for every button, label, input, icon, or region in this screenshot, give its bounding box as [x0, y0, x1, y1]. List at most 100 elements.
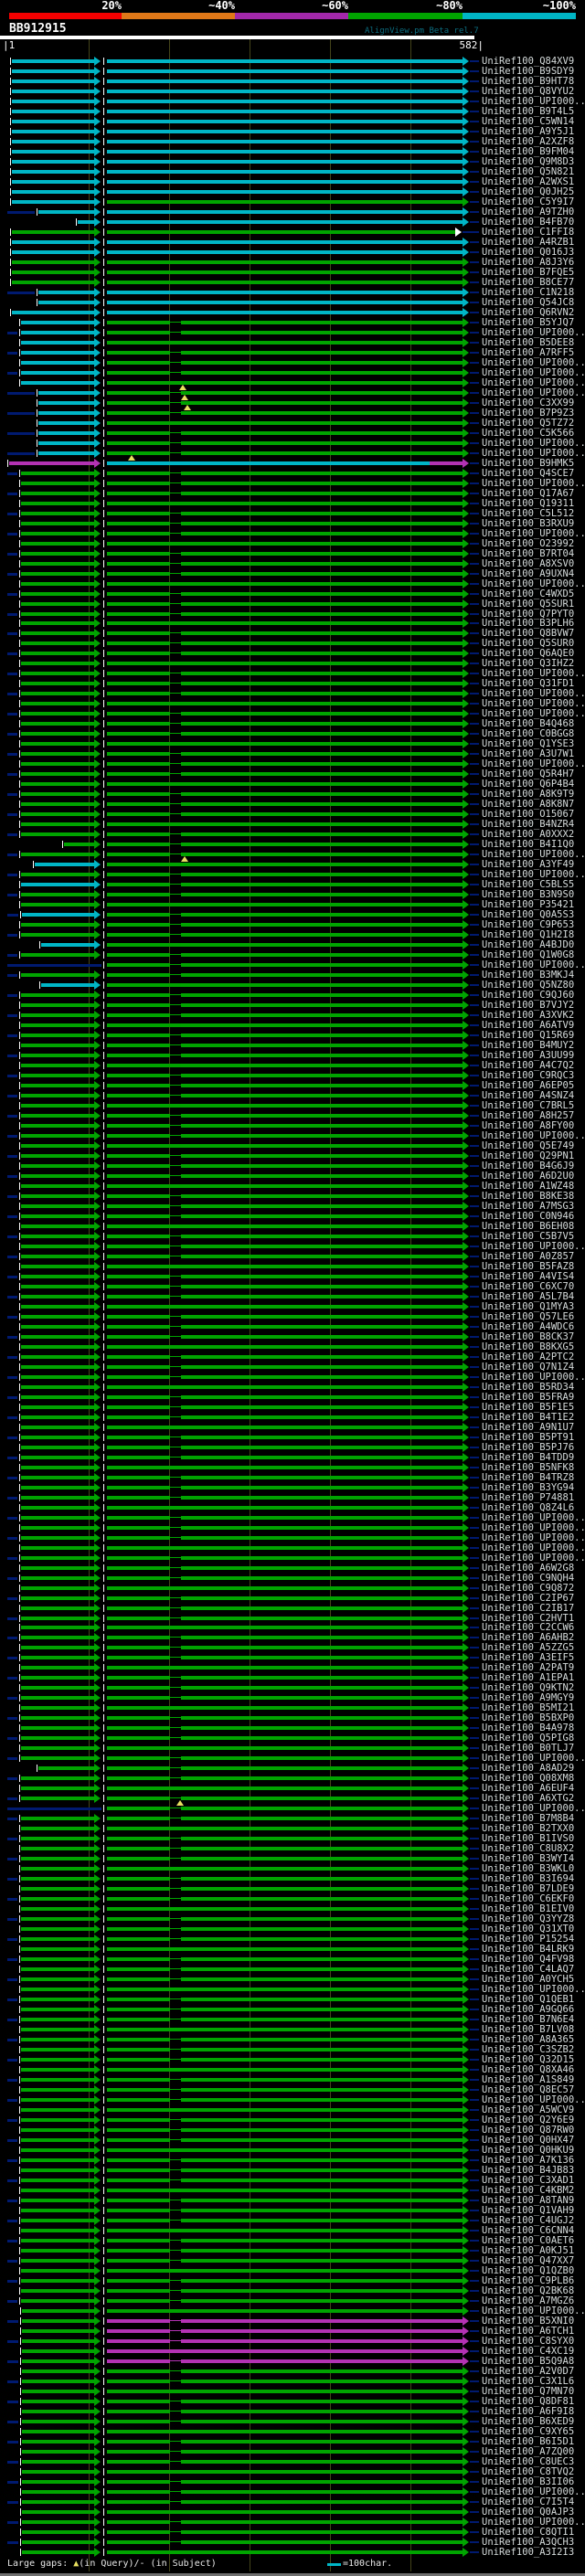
connector-line: [7, 1978, 17, 1982]
connector-line: [470, 843, 479, 846]
subject-gap-line: [170, 351, 181, 353]
alignment-bar-segment: [107, 1515, 463, 1520]
connector-line: [7, 2440, 18, 2443]
boundary-tick: [103, 961, 104, 970]
boundary-tick: [103, 1664, 104, 1672]
connector-line: [470, 542, 479, 545]
alignment-bar-segment: [21, 893, 94, 897]
alignment-bar-segment: [107, 1756, 463, 1761]
subject-gap-line: [170, 1235, 181, 1236]
arrowhead-icon: [94, 1844, 101, 1854]
subject-gap-line: [170, 482, 181, 483]
alignment-bar-segment: [107, 2318, 463, 2323]
boundary-tick: [10, 238, 11, 246]
subject-gap-line: [170, 1154, 181, 1156]
arrowhead-icon: [463, 1794, 469, 1804]
boundary-tick: [19, 1131, 20, 1140]
boundary-tick: [103, 197, 104, 206]
arrowhead-icon: [463, 981, 469, 991]
boundary-tick: [19, 499, 20, 507]
connector-line: [470, 1868, 479, 1871]
arrowhead-icon: [463, 1583, 469, 1593]
connector-line: [470, 1014, 479, 1017]
boundary-tick: [103, 2497, 104, 2506]
arrowhead-icon: [94, 2175, 101, 2185]
alignment-bar-segment: [12, 260, 94, 264]
arrowhead-icon: [94, 649, 101, 659]
boundary-tick: [10, 167, 11, 175]
arrowhead-icon: [463, 1301, 469, 1311]
connector-line: [470, 1828, 479, 1830]
alignment-bar-segment: [107, 380, 463, 385]
connector-line: [470, 2500, 479, 2503]
subject-gap-line: [170, 2480, 181, 2482]
alignment-bar-segment: [21, 1334, 94, 1339]
boundary-tick: [19, 2006, 20, 2014]
connector-line: [7, 1657, 17, 1660]
arrowhead-icon: [94, 438, 101, 448]
alignment-bar-segment: [21, 1054, 94, 1057]
arrowhead-icon: [94, 719, 101, 729]
arrowhead-icon: [463, 1884, 469, 1894]
alignment-bar-segment: [21, 1044, 94, 1047]
subject-gap-line: [170, 1174, 181, 1176]
connector-line: [470, 1335, 479, 1338]
alignment-bar-segment: [38, 1766, 94, 1771]
alignment-bar-segment: [107, 1947, 463, 1952]
boundary-tick: [103, 2347, 104, 2355]
arrowhead-icon: [463, 1573, 469, 1583]
connector-line: [470, 2019, 479, 2021]
arrowhead-icon: [94, 1733, 101, 1744]
boundary-tick: [103, 127, 104, 135]
arrowhead-icon: [94, 840, 101, 850]
boundary-tick: [103, 2296, 104, 2305]
boundary-tick: [19, 620, 20, 628]
arrowhead-icon: [463, 1402, 469, 1412]
arrowhead-icon: [463, 1824, 469, 1834]
boundary-tick: [103, 1996, 104, 2004]
arrowhead-icon: [94, 1021, 101, 1030]
connector-line: [470, 1566, 479, 1569]
boundary-tick: [19, 1503, 20, 1511]
boundary-tick: [103, 2337, 104, 2345]
arrowhead-icon: [94, 900, 101, 910]
alignment-bar-segment: [107, 792, 463, 797]
arrowhead-icon: [463, 739, 469, 749]
connector-line: [7, 2158, 17, 2162]
connector-line: [7, 934, 17, 938]
subject-label: UniRef100_C9XY65: [482, 2425, 575, 2437]
boundary-tick: [103, 1674, 104, 1682]
boundary-tick: [103, 1092, 104, 1099]
arrowhead-icon: [94, 2085, 101, 2094]
boundary-tick: [19, 740, 20, 748]
boundary-tick: [20, 2407, 21, 2415]
subject-gap-line: [170, 2289, 181, 2291]
alignment-bar-segment: [21, 1153, 94, 1158]
arrowhead-icon: [463, 2376, 469, 2386]
alignment-bar-segment: [21, 1988, 94, 1992]
subject-gap-line: [170, 2540, 181, 2542]
alignment-bar-segment: [21, 1445, 94, 1449]
subject-gap-line: [170, 1978, 181, 1980]
connector-line: [470, 1556, 479, 1559]
arrowhead-icon: [94, 981, 101, 991]
arrowhead-icon: [94, 186, 101, 196]
boundary-tick: [103, 499, 104, 507]
alignment-bar-segment: [107, 2429, 463, 2433]
arrowhead-icon: [94, 2205, 101, 2215]
boundary-tick: [19, 710, 20, 718]
alignment-bar-segment: [107, 2078, 463, 2082]
alignment-bar-segment: [22, 913, 94, 917]
arrowhead-icon: [94, 1301, 101, 1311]
arrowhead-icon: [94, 1824, 101, 1834]
arrowhead-icon: [463, 769, 469, 779]
connector-line: [470, 894, 479, 896]
arrowhead-icon: [94, 860, 101, 870]
arrowhead-icon: [94, 116, 101, 126]
alignment-bar-segment: [21, 1104, 94, 1108]
boundary-tick: [103, 549, 104, 557]
connector-line: [7, 2019, 17, 2022]
arrowhead-icon: [94, 97, 101, 106]
connector-line: [470, 1405, 479, 1408]
boundary-tick: [103, 1584, 104, 1592]
